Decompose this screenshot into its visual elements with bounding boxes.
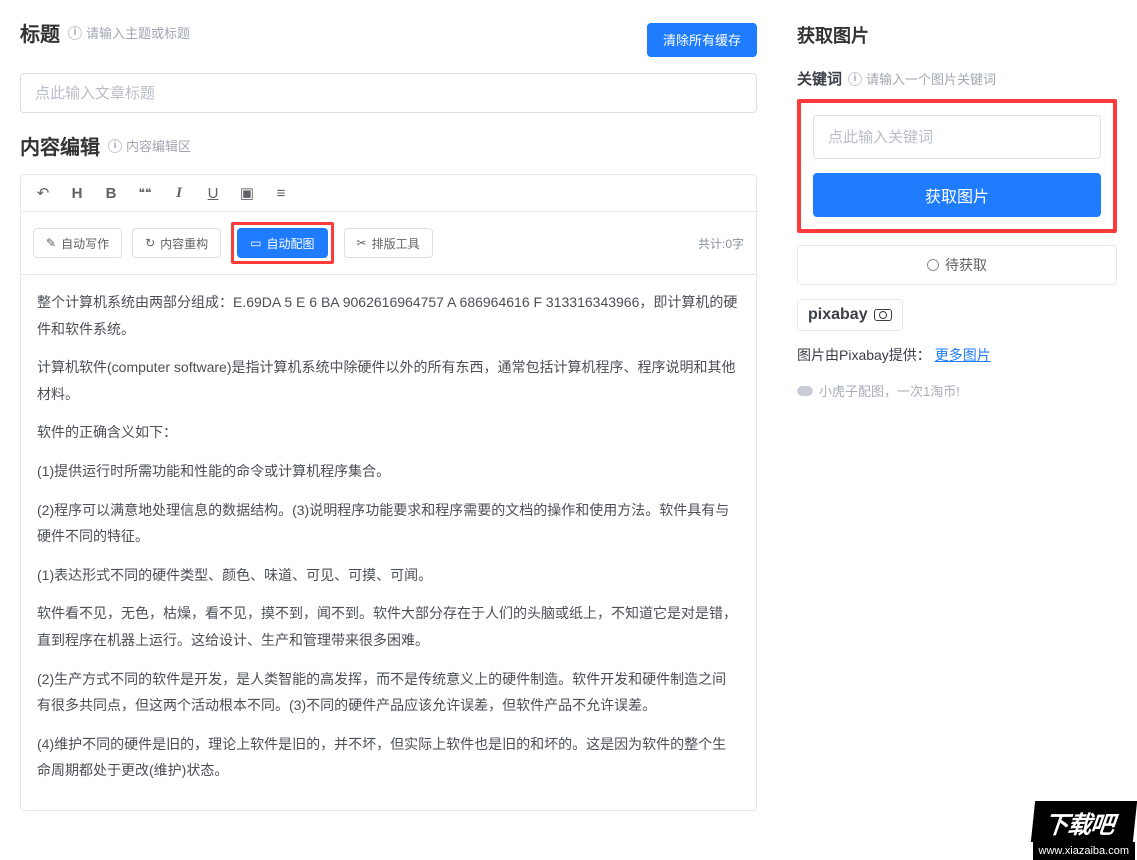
circle-icon: [927, 259, 939, 271]
watermark-title: 下载吧: [1030, 801, 1137, 842]
title-hint: i 请输入主题或标题: [68, 23, 190, 42]
bold-icon[interactable]: B: [101, 183, 121, 203]
highlight-auto-image: ▭ 自动配图: [231, 222, 333, 264]
undo-icon[interactable]: ↶: [33, 183, 53, 203]
info-icon: i: [848, 72, 862, 86]
fetch-image-button[interactable]: 获取图片: [813, 173, 1101, 217]
auto-image-button[interactable]: ▭ 自动配图: [237, 228, 327, 258]
content-hint: i 内容编辑区: [108, 136, 191, 155]
info-icon: i: [108, 139, 122, 153]
title-header-row: 标题 i 请输入主题或标题 清除所有缓存: [20, 18, 757, 61]
italic-icon[interactable]: I: [169, 183, 189, 203]
quote-icon[interactable]: ❝❝: [135, 183, 155, 203]
auto-write-button[interactable]: ✎ 自动写作: [33, 228, 122, 258]
content-paragraph: (2)生产方式不同的软件是开发，是人类智能的高发挥，而不是传统意义上的硬件制造。…: [37, 666, 740, 719]
pending-button[interactable]: 待获取: [797, 245, 1117, 285]
keyword-hint: i 请输入一个图片关键词: [848, 69, 996, 88]
pixabay-badge: pixabay: [797, 299, 903, 331]
content-paragraph: 计算机软件(computer software)是指计算机系统中除硬件以外的所有…: [37, 354, 740, 407]
scissors-icon: ✂: [357, 236, 367, 250]
image-icon[interactable]: ▣: [237, 183, 257, 203]
sidebar-column: 获取图片 关键词 i 请输入一个图片关键词 获取图片 待获取 pixabay 图…: [777, 0, 1137, 860]
refresh-icon: ↻: [145, 236, 155, 250]
layout-tool-button[interactable]: ✂ 排版工具: [344, 228, 433, 258]
watermark-url: www.xiazaiba.com: [1033, 842, 1135, 860]
keyword-label: 关键词: [797, 68, 842, 89]
align-icon[interactable]: ≡: [271, 183, 291, 203]
sidebar-title: 获取图片: [797, 22, 869, 48]
content-paragraph: (4)维护不同的硬件是旧的，理论上软件是旧的，并不坏，但实际上软件也是旧的和坏的…: [37, 731, 740, 784]
pencil-icon: ✎: [46, 236, 56, 250]
content-paragraph: 整个计算机系统由两部分组成：E.69DA 5 E 6 BA 9062616964…: [37, 289, 740, 342]
more-images-link[interactable]: 更多图片: [935, 347, 991, 363]
heading-icon[interactable]: H: [67, 183, 87, 203]
content-paragraph: (2)程序可以满意地处理信息的数据结构。(3)说明程序功能要求和程序需要的文档的…: [37, 497, 740, 550]
editor-content[interactable]: 整个计算机系统由两部分组成：E.69DA 5 E 6 BA 9062616964…: [21, 275, 756, 810]
restructure-button[interactable]: ↻ 内容重构: [132, 228, 221, 258]
action-toolbar: ✎ 自动写作 ↻ 内容重构 ▭ 自动配图 ✂ 排版工具: [21, 212, 756, 275]
clear-cache-button[interactable]: 清除所有缓存: [647, 23, 757, 57]
main-column: 标题 i 请输入主题或标题 清除所有缓存 内容编辑 i 内容编辑区 ↶ H: [0, 0, 777, 860]
underline-icon[interactable]: U: [203, 183, 223, 203]
title-section-label: 标题: [20, 18, 60, 47]
picture-icon: ▭: [250, 236, 261, 250]
watermark: 下载吧 www.xiazaiba.com: [1033, 801, 1135, 860]
highlight-keyword-block: 获取图片: [797, 99, 1117, 233]
article-title-input[interactable]: [20, 73, 757, 113]
content-paragraph: 软件看不见，无色，枯燥，看不见，摸不到，闻不到。软件大部分存在于人们的头脑或纸上…: [37, 600, 740, 653]
provider-row: 图片由Pixabay提供： 更多图片: [797, 345, 1117, 365]
content-paragraph: 软件的正确含义如下：: [37, 419, 740, 446]
cloud-icon: [797, 386, 813, 396]
info-icon: i: [68, 26, 82, 40]
editor-box: ↶ H B ❝❝ I U ▣ ≡ ✎ 自动写作 ↻ 内容重构: [20, 174, 757, 811]
word-count: 共计:0字: [698, 235, 744, 252]
tip-row: 小虎子配图，一次1淘币!: [797, 381, 1117, 400]
camera-icon: [874, 309, 892, 321]
content-section-label: 内容编辑: [20, 131, 100, 160]
format-toolbar: ↶ H B ❝❝ I U ▣ ≡: [21, 175, 756, 212]
content-paragraph: (1)表达形式不同的硬件类型、颜色、味道、可见、可摸、可闻。: [37, 562, 740, 589]
content-paragraph: (1)提供运行时所需功能和性能的命令或计算机程序集合。: [37, 458, 740, 485]
keyword-input[interactable]: [813, 115, 1101, 159]
